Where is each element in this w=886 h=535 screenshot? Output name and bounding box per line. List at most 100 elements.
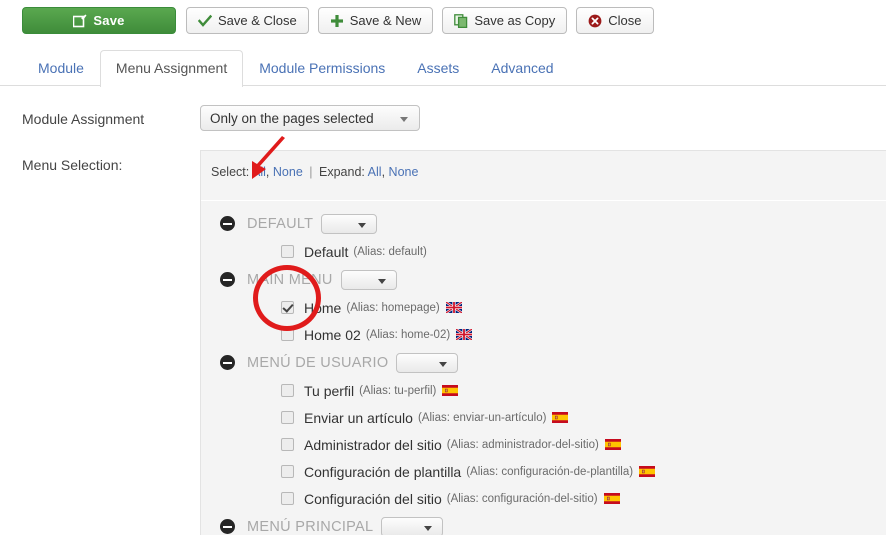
- collapse-minus-icon[interactable]: [220, 355, 235, 370]
- menu-item-checkbox[interactable]: [281, 328, 294, 341]
- flag-uk-icon: [456, 329, 473, 340]
- menu-group-dropdown[interactable]: [321, 213, 378, 234]
- tab-assets[interactable]: Assets: [401, 50, 475, 86]
- copy-icon: [454, 13, 468, 28]
- menu-item-row: Enviar un artículo (Alias: enviar-un-artí…: [201, 404, 886, 431]
- menu-item-checkbox[interactable]: [281, 245, 294, 258]
- menu-group-dropdown[interactable]: [340, 269, 397, 290]
- expand-none-link[interactable]: None: [389, 165, 419, 179]
- tab-module-label: Module: [38, 60, 84, 76]
- menu-item-checkbox[interactable]: [281, 384, 294, 397]
- menu-item-alias: (Alias: home-02): [365, 328, 451, 341]
- menu-item-alias: (Alias: configuración-del-sitio): [446, 492, 598, 505]
- flag-uk-icon: [445, 302, 462, 313]
- tab-bar: Module Menu Assignment Module Permission…: [0, 48, 886, 87]
- menu-selection-label: Menu Selection:: [22, 157, 123, 173]
- module-assignment-value: Only on the pages selected: [210, 110, 374, 126]
- tab-menu-assignment[interactable]: Menu Assignment: [99, 50, 244, 87]
- save-and-new-button[interactable]: Save & New: [317, 7, 434, 34]
- menu-item-row: Home 02 (Alias: home-02): [201, 321, 886, 348]
- chevron-down-icon: [400, 117, 408, 122]
- menu-item-alias: (Alias: administrador-del-sitio): [446, 438, 599, 451]
- save-and-close-label: Save & Close: [218, 13, 297, 28]
- menu-group-header: MAIN MENU: [201, 265, 886, 294]
- tab-module-permissions[interactable]: Module Permissions: [243, 50, 401, 86]
- menu-item-label: Configuración del sitio: [304, 490, 442, 507]
- comma-1: ,: [265, 165, 270, 179]
- save-as-copy-button[interactable]: Save as Copy: [442, 7, 568, 34]
- save-button[interactable]: Save: [22, 7, 176, 34]
- menu-item-row: Tu perfil (Alias: tu-perfil): [201, 377, 886, 404]
- collapse-minus-icon[interactable]: [220, 216, 235, 231]
- module-assignment-label: Module Assignment: [22, 111, 145, 127]
- flag-spain-icon: [442, 385, 459, 396]
- menu-group-title: MENÚ DE USUARIO: [247, 354, 389, 371]
- save-and-close-button[interactable]: Save & Close: [186, 7, 309, 34]
- flag-spain-icon: [552, 412, 569, 423]
- save-as-copy-label: Save as Copy: [474, 13, 556, 28]
- tab-assets-label: Assets: [417, 60, 460, 76]
- menu-item-label: Administrador del sitio: [304, 436, 442, 453]
- menu-selection-panel: Select: All, None | Expand: All, None DE…: [200, 150, 886, 535]
- flag-spain-icon: [639, 466, 656, 477]
- save-button-label: Save: [93, 13, 125, 28]
- menu-item-alias: (Alias: configuración-de-plantilla): [466, 465, 634, 478]
- edit-icon: [73, 14, 87, 28]
- menu-item-checkbox[interactable]: [281, 301, 294, 314]
- collapse-minus-icon[interactable]: [220, 272, 235, 287]
- close-button[interactable]: Close: [576, 7, 654, 34]
- menu-group-title: MENÚ PRINCIPAL: [247, 518, 374, 535]
- menu-item-alias: (Alias: enviar-un-artículo): [417, 411, 547, 424]
- panel-toolbar: Select: All, None | Expand: All, None: [201, 151, 886, 201]
- plus-icon: [330, 14, 344, 28]
- menu-item-row: Default (Alias: default): [201, 238, 886, 265]
- close-button-label: Close: [608, 13, 642, 28]
- select-prefix-label: Select:: [211, 165, 250, 179]
- tab-module[interactable]: Module: [22, 50, 100, 86]
- select-none-link[interactable]: None: [273, 165, 303, 179]
- panel-divider: |: [309, 165, 313, 179]
- menu-item-checkbox[interactable]: [281, 411, 294, 424]
- menu-item-label: Default: [304, 243, 349, 260]
- tab-menu-assignment-label: Menu Assignment: [115, 60, 228, 76]
- menu-group-dropdown[interactable]: [381, 516, 444, 535]
- menu-tree: DEFAULT Default (Alias: default) MAIN MENU H…: [201, 201, 886, 535]
- menu-item-row: Configuración del sitio (Alias: configura…: [201, 485, 886, 512]
- module-assignment-select[interactable]: Only on the pages selected: [200, 105, 420, 131]
- menu-item-checkbox[interactable]: [281, 492, 294, 505]
- save-and-new-label: Save & New: [349, 13, 422, 28]
- tab-module-permissions-label: Module Permissions: [259, 60, 386, 76]
- menu-item-checkbox[interactable]: [281, 438, 294, 451]
- menu-group-dropdown[interactable]: [396, 352, 459, 373]
- menu-item-label: Tu perfil: [304, 382, 355, 399]
- menu-item-label: Enviar un artículo: [304, 409, 413, 426]
- comma-2: ,: [381, 165, 386, 179]
- close-circle-icon: [588, 14, 602, 28]
- menu-item-checkbox[interactable]: [281, 465, 294, 478]
- menu-item-row: Administrador del sitio (Alias: administr…: [201, 431, 886, 458]
- expand-prefix-label: Expand:: [319, 165, 365, 179]
- menu-item-label: Configuración de plantilla: [304, 463, 462, 480]
- expand-all-link[interactable]: All: [368, 165, 382, 179]
- select-all-link[interactable]: All: [252, 165, 266, 179]
- menu-group-title: DEFAULT: [247, 215, 314, 232]
- menu-item-label: Home: [304, 299, 342, 316]
- menu-item-alias: (Alias: default): [353, 245, 427, 258]
- menu-item-alias: (Alias: tu-perfil): [359, 384, 437, 397]
- collapse-minus-icon[interactable]: [220, 519, 235, 534]
- menu-item-row: Home (Alias: homepage): [201, 294, 886, 321]
- menu-group-header: DEFAULT: [201, 209, 886, 238]
- menu-item-row: Configuración de plantilla (Alias: config…: [201, 458, 886, 485]
- menu-item-label: Home 02: [304, 326, 361, 343]
- menu-item-alias: (Alias: homepage): [346, 301, 440, 314]
- check-icon: [198, 14, 212, 28]
- menu-group-title: MAIN MENU: [247, 271, 333, 288]
- flag-spain-icon: [604, 439, 621, 450]
- flag-spain-icon: [603, 493, 620, 504]
- tab-advanced[interactable]: Advanced: [475, 50, 569, 86]
- tab-list: Module Menu Assignment Module Permission…: [22, 48, 570, 87]
- menu-group-header: MENÚ PRINCIPAL: [201, 512, 886, 535]
- menu-group-header: MENÚ DE USUARIO: [201, 348, 886, 377]
- toolbar: Save Save & Close Save & New Save as Cop…: [0, 0, 886, 41]
- tab-advanced-label: Advanced: [491, 60, 554, 76]
